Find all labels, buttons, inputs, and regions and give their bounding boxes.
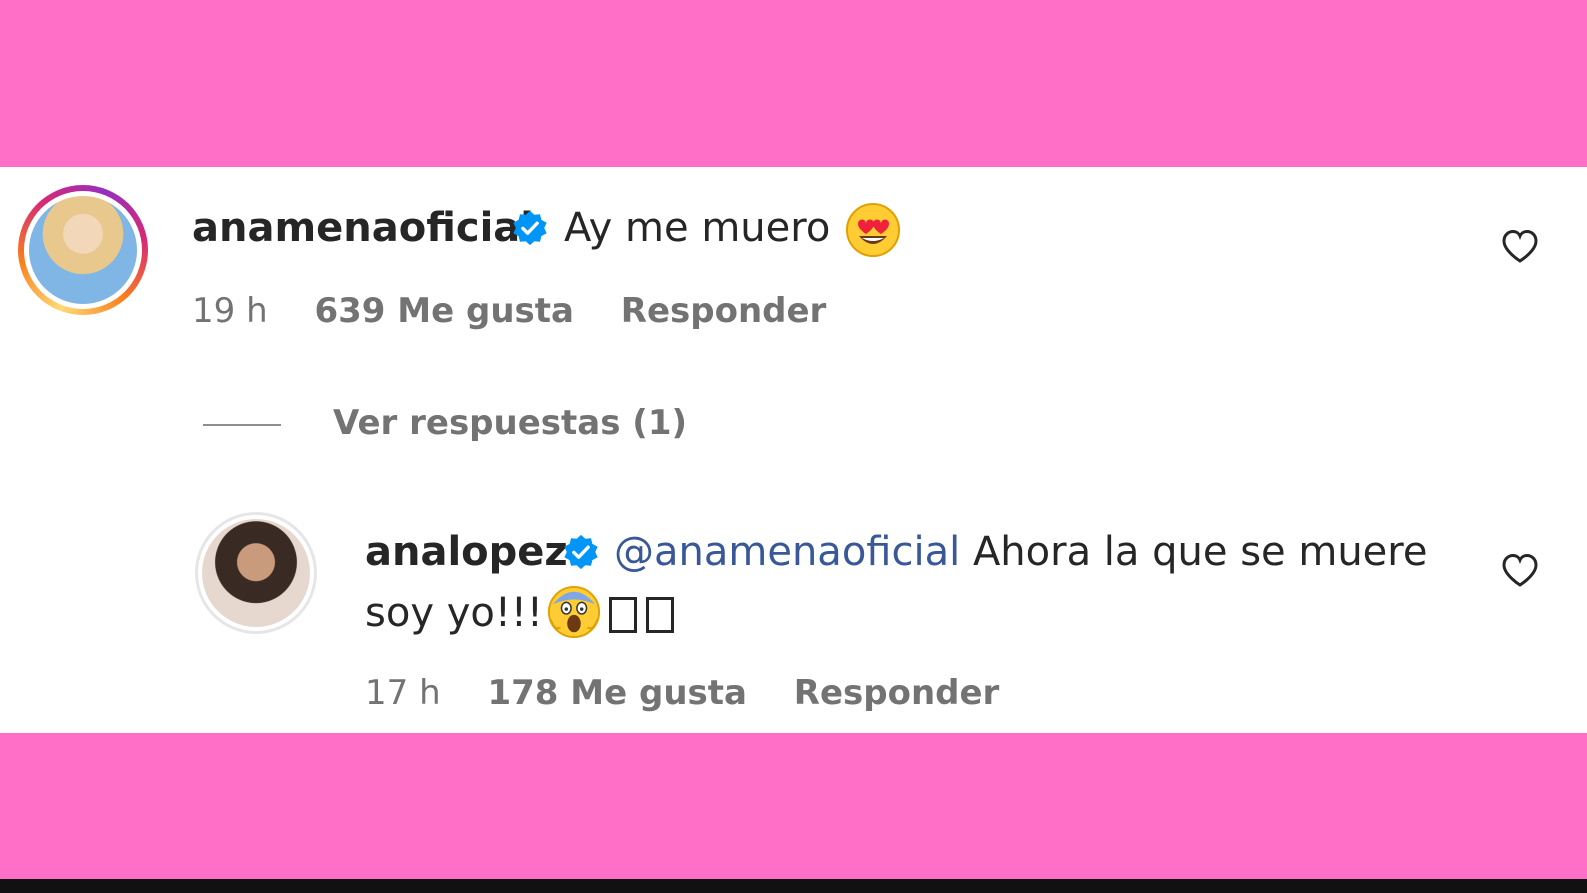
comment-text: Ay me muero — [564, 204, 830, 252]
missing-glyph-boxes — [605, 597, 675, 633]
comment-body: Ay me muero — [564, 205, 831, 251]
verified-badge-icon — [513, 210, 547, 246]
screaming-face-emoji-icon — [547, 585, 601, 639]
comment-username[interactable]: analopez — [365, 528, 568, 576]
like-heart-icon[interactable] — [1500, 227, 1540, 267]
profile-photo — [202, 519, 310, 627]
like-heart-icon[interactable] — [1500, 551, 1540, 591]
avatar-anamenaoficial[interactable] — [18, 185, 148, 315]
heart-eyes-emoji-icon — [846, 203, 900, 257]
missing-glyph-icon — [609, 597, 637, 633]
comment-meta: 19 h 639 Me gusta Responder — [192, 291, 826, 331]
comment-body: Ahora la que se muere — [972, 529, 1428, 575]
view-replies-button[interactable]: Ver respuestas (1) — [333, 403, 687, 443]
profile-photo — [29, 196, 137, 304]
comment-username[interactable]: anamenaoficial — [192, 204, 534, 252]
likes-count[interactable]: 178 Me gusta — [487, 673, 747, 713]
comment-meta: 17 h 178 Me gusta Responder — [365, 673, 999, 713]
comment-body-continued: soy yo!!! — [365, 590, 543, 636]
comment-time: 17 h — [365, 673, 441, 713]
missing-glyph-icon — [646, 597, 675, 633]
replies-divider — [203, 424, 281, 426]
verified-badge-icon — [564, 534, 598, 570]
reply-button[interactable]: Responder — [621, 291, 827, 331]
mention-link[interactable]: @anamenaoficial — [614, 529, 960, 575]
comment-text-line1: @anamenaoficial Ahora la que se muere — [614, 528, 1427, 576]
reply-button[interactable]: Responder — [794, 673, 1000, 713]
comment-time: 19 h — [192, 291, 268, 331]
likes-count[interactable]: 639 Me gusta — [314, 291, 574, 331]
top-pink-band — [0, 0, 1587, 167]
comments-panel: anamenaoficial Ay me muero 19 h 639 Me g… — [0, 167, 1587, 733]
bottom-pink-band — [0, 733, 1587, 879]
bottom-dark-strip — [0, 879, 1587, 893]
comment-text-line2: soy yo!!! — [365, 589, 543, 637]
avatar-analopez[interactable] — [195, 512, 317, 634]
